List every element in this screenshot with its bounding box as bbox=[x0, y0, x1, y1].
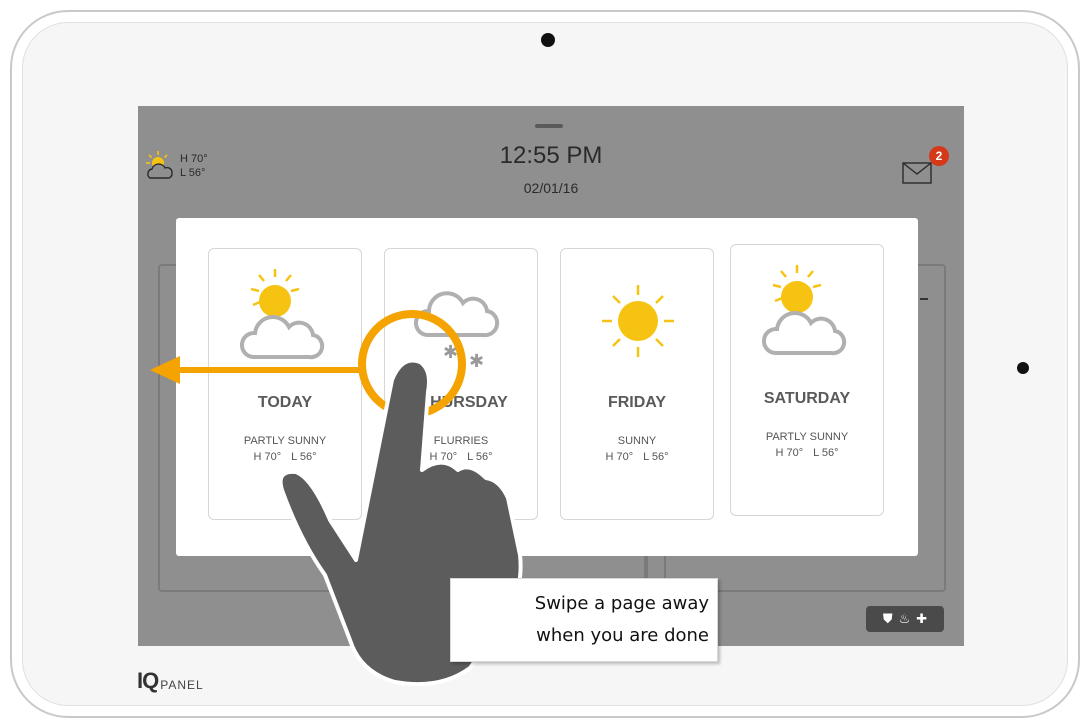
weather-forecast-overlay[interactable]: TODAY PARTLY SUNNY H 70° L 56° ✱ ✱ HURSDA… bbox=[176, 218, 918, 556]
forecast-condition: SUNNY bbox=[617, 435, 657, 447]
brand-mark: IQ bbox=[137, 668, 159, 693]
medical-cross-icon: ✚ bbox=[916, 611, 928, 627]
clock-date: 02/01/16 bbox=[523, 180, 579, 196]
forecast-card[interactable]: FRIDAY SUNNY H 70° L 56° bbox=[560, 248, 714, 520]
brand-logo: IQ PANEL bbox=[137, 668, 204, 694]
forecast-temps: H 70° L 56° bbox=[209, 451, 361, 463]
forecast-temps: H 70° L 56° bbox=[385, 451, 537, 463]
flame-icon: ♨ bbox=[898, 611, 911, 627]
forecast-card[interactable]: ✱ ✱ HURSDAY FLURRIES H 70° L 56° bbox=[384, 248, 538, 520]
shield-icon: ⛊ bbox=[882, 611, 893, 627]
forecast-low: L 56° bbox=[813, 447, 839, 459]
forecast-low: L 56° bbox=[467, 451, 493, 463]
forecast-temps: H 70° L 56° bbox=[731, 447, 883, 459]
forecast-high: H 70° bbox=[253, 451, 282, 463]
clock-time: 12:55 PM bbox=[499, 142, 603, 169]
forecast-card[interactable]: TODAY PARTLY SUNNY H 70° L 56° bbox=[208, 248, 362, 520]
sunny-icon bbox=[602, 285, 674, 357]
partly-sunny-icon bbox=[240, 269, 325, 360]
background-dash bbox=[920, 298, 928, 300]
forecast-day: FRIDAY bbox=[607, 394, 667, 411]
forecast-day: TODAY bbox=[257, 394, 313, 411]
forecast-high: H 70° bbox=[775, 447, 804, 459]
touch-screen[interactable]: H 70° L 56° 12:55 PM 02/01/16 2 ⛊ ♨ ✚ TO… bbox=[138, 106, 964, 646]
svg-text:✱: ✱ bbox=[443, 342, 458, 363]
callout-line-1: Swipe a page away bbox=[534, 593, 709, 614]
forecast-condition: FLURRIES bbox=[433, 435, 489, 447]
forecast-card[interactable]: SATURDAY PARTLY SUNNY H 70° L 56° bbox=[730, 244, 884, 516]
envelope-icon[interactable] bbox=[902, 162, 932, 184]
camera-lens bbox=[541, 33, 555, 47]
partly-sunny-icon bbox=[762, 265, 847, 356]
forecast-day: HURSDAY bbox=[430, 394, 508, 411]
flurries-icon: ✱ ✱ bbox=[414, 291, 500, 371]
emergency-buttons[interactable]: ⛊ ♨ ✚ bbox=[866, 606, 944, 632]
brand-text: PANEL bbox=[160, 678, 204, 692]
instruction-callout: Swipe a page away when you are done bbox=[450, 578, 718, 662]
side-sensor bbox=[1017, 362, 1029, 374]
message-count-badge: 2 bbox=[929, 146, 949, 166]
forecast-temps: H 70° L 56° bbox=[561, 451, 713, 463]
forecast-condition: PARTLY SUNNY bbox=[243, 435, 327, 447]
callout-line-2: when you are done bbox=[536, 625, 709, 646]
svg-text:✱: ✱ bbox=[469, 351, 484, 371]
forecast-low: L 56° bbox=[291, 451, 317, 463]
pull-down-handle[interactable] bbox=[535, 124, 563, 128]
forecast-high: H 70° bbox=[605, 451, 634, 463]
forecast-low: L 56° bbox=[643, 451, 669, 463]
forecast-day: SATURDAY bbox=[763, 390, 851, 407]
forecast-condition: PARTLY SUNNY bbox=[765, 431, 849, 443]
forecast-high: H 70° bbox=[429, 451, 458, 463]
